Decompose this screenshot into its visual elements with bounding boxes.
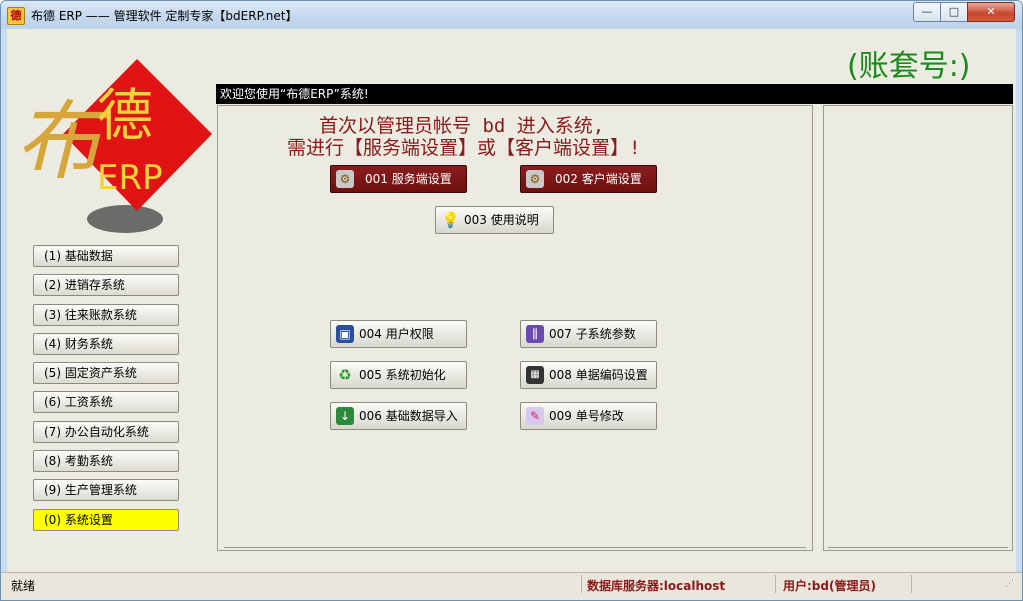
- doc-code-settings-button[interactable]: ▦ 008 单据编码设置: [520, 361, 657, 389]
- status-user: 用户:bd(管理员): [783, 579, 876, 593]
- minimize-button[interactable]: —: [913, 2, 941, 22]
- sidebar-item-basic-data[interactable]: (1) 基础数据: [33, 245, 179, 267]
- button-label: 005 系统初始化: [359, 368, 446, 382]
- sidebar-item-accounts[interactable]: (3) 往来账款系统: [33, 303, 179, 326]
- sliders-icon: ⫼: [526, 325, 544, 343]
- maximize-button[interactable]: □: [940, 2, 968, 22]
- user-guide-button[interactable]: 💡 003 使用说明: [435, 206, 554, 234]
- button-label: 009 单号修改: [549, 409, 624, 423]
- logo-erp-text: ERP: [97, 158, 163, 198]
- eraser-icon: ✎: [526, 407, 544, 425]
- sidebar-item-production[interactable]: (9) 生产管理系统: [33, 479, 179, 502]
- status-server: 数据库服务器:localhost: [587, 579, 726, 593]
- logo-char2: 德: [97, 84, 153, 149]
- status-separator: [581, 575, 582, 593]
- divider: [828, 547, 1008, 548]
- button-label: 001 服务端设置: [365, 172, 452, 186]
- server-settings-button[interactable]: ⚙ 001 服务端设置: [330, 165, 467, 193]
- subsystem-params-button[interactable]: ⫼ 007 子系统参数: [520, 320, 657, 348]
- status-bar: 就绪 数据库服务器:localhost 用户:bd(管理员) ⋰: [1, 572, 1022, 600]
- logo-shadow: [87, 205, 163, 233]
- status-separator: [911, 575, 912, 593]
- admin-message-line2: 需进行【服务端设置】或【客户端设置】!: [287, 137, 641, 159]
- client-area: 布 德 ERP (账套号:) (1) 基础数据 (2) 进销存系统 (3) 往来…: [7, 29, 1016, 572]
- sidebar-item-system-settings[interactable]: (0) 系统设置: [33, 508, 179, 531]
- sidebar-menu: (1) 基础数据 (2) 进销存系统 (3) 往来账款系统 (4) 财务系统 (…: [33, 245, 183, 538]
- user-permissions-button[interactable]: ▣ 004 用户权限: [330, 320, 467, 348]
- lightbulb-icon: 💡: [441, 211, 460, 229]
- button-label: 008 单据编码设置: [549, 368, 648, 382]
- sidebar-item-office[interactable]: (7) 办公自动化系统: [33, 420, 179, 443]
- button-label: 004 用户权限: [359, 327, 434, 341]
- welcome-bar: 欢迎您使用“布德ERP”系统!: [216, 84, 1013, 104]
- sidebar-item-finance[interactable]: (4) 财务系统: [33, 332, 179, 355]
- system-init-button[interactable]: ♻ 005 系统初始化: [330, 361, 467, 389]
- code-grid-icon: ▦: [526, 366, 544, 384]
- resize-grip-icon[interactable]: ⋰: [1005, 579, 1017, 591]
- brand-logo: 布 德 ERP: [15, 59, 212, 233]
- button-label: 003 使用说明: [464, 213, 539, 227]
- app-icon: 德: [7, 7, 25, 25]
- sidebar-item-fixed-assets[interactable]: (5) 固定资产系统: [33, 362, 179, 385]
- client-settings-button[interactable]: ⚙ 002 客户端设置: [520, 165, 657, 193]
- app-window: 德 布德 ERP —— 管理软件 定制专家【bdERP.net】 — □ ✕ 布…: [0, 0, 1023, 601]
- main-panel: [217, 105, 813, 551]
- window-title: 布德 ERP —— 管理软件 定制专家【bdERP.net】: [31, 9, 298, 23]
- title-bar[interactable]: 德 布德 ERP —— 管理软件 定制专家【bdERP.net】 — □ ✕: [1, 1, 1022, 29]
- button-label: 006 基础数据导入: [359, 409, 458, 423]
- button-label: 007 子系统参数: [549, 327, 636, 341]
- recycle-icon: ♻: [338, 366, 352, 384]
- status-separator: [775, 575, 776, 593]
- gears-icon: ⚙: [526, 170, 544, 188]
- divider: [224, 547, 806, 548]
- button-label: 002 客户端设置: [555, 172, 642, 186]
- status-ready: 就绪: [11, 579, 36, 593]
- sidebar-item-payroll[interactable]: (6) 工资系统: [33, 391, 179, 414]
- number-modify-button[interactable]: ✎ 009 单号修改: [520, 402, 657, 430]
- account-label: (账套号:): [847, 49, 971, 84]
- side-panel: [823, 105, 1013, 551]
- spreadsheet-import-icon: ↓: [336, 407, 354, 425]
- sidebar-item-inventory[interactable]: (2) 进销存系统: [33, 274, 179, 297]
- close-button[interactable]: ✕: [967, 2, 1015, 22]
- user-monitor-icon: ▣: [336, 325, 354, 343]
- gears-icon: ⚙: [336, 170, 354, 188]
- sidebar-item-attendance[interactable]: (8) 考勤系统: [33, 450, 179, 473]
- data-import-button[interactable]: ↓ 006 基础数据导入: [330, 402, 467, 430]
